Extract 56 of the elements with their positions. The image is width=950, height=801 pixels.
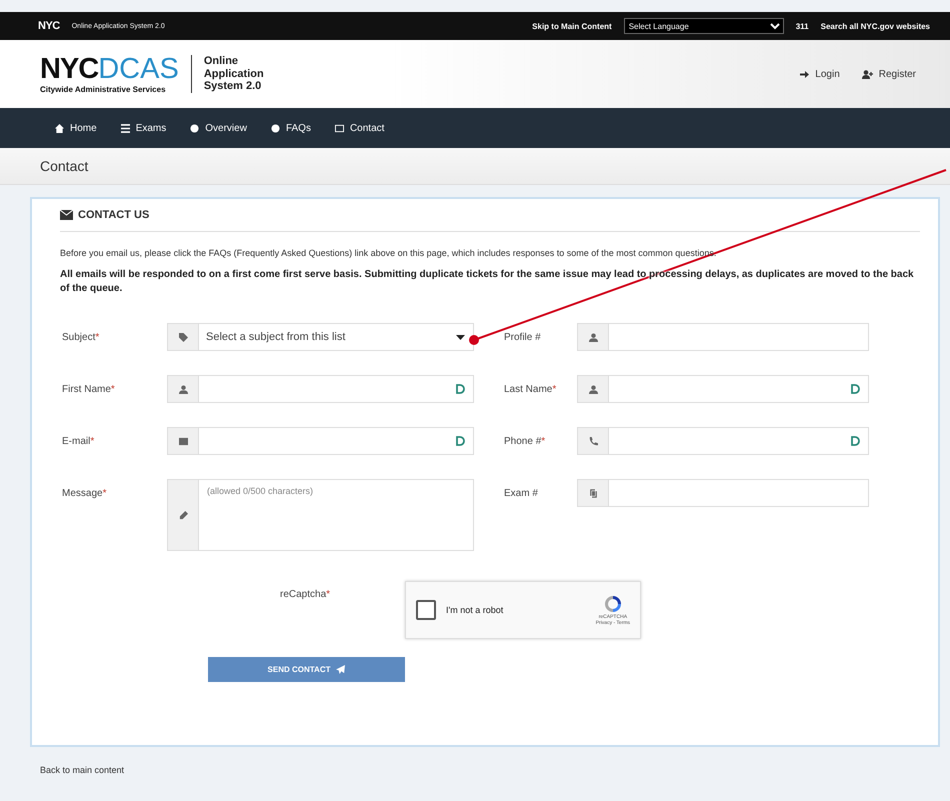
caret-icon — [456, 334, 465, 340]
login-link[interactable]: Login — [800, 68, 840, 80]
nyc-logo[interactable]: NYC — [38, 20, 60, 32]
phone-icon — [588, 436, 598, 446]
nav-link[interactable]: Exams — [120, 122, 166, 134]
user-plus-icon — [862, 70, 874, 78]
phone-link[interactable]: 311 — [796, 22, 809, 30]
pencil-icon — [178, 510, 188, 520]
recaptcha-logo-icon — [602, 594, 623, 614]
field-label: Subject* — [61, 331, 100, 343]
input-field[interactable] — [167, 375, 474, 403]
back-to-main-link[interactable]: Back to main content — [40, 765, 950, 775]
captcha-checkbox[interactable] — [416, 600, 436, 620]
autofill-icon[interactable] — [851, 384, 860, 394]
user-icon — [588, 332, 598, 342]
intro-text: Before you email us, please click the FAQs (Frequently Asked Questions) link above on this page, which includes responses to some of the most common questions. — [60, 248, 718, 258]
autofill-icon[interactable] — [456, 436, 465, 446]
message-field[interactable]: (allowed 0/500 characters) — [167, 479, 474, 551]
nav-link[interactable]: Contact — [334, 122, 384, 134]
field-label: Profile # — [503, 331, 542, 343]
field-label: reCaptcha* — [280, 588, 330, 600]
input-field[interactable] — [167, 427, 474, 455]
field-label: Phone #* — [503, 435, 546, 447]
panel-title: CONTACT US — [78, 209, 150, 221]
field-label: Exam # — [503, 487, 539, 499]
nav-link[interactable]: Overview — [190, 122, 247, 134]
send-contact-button[interactable]: SEND CONTACT — [208, 657, 405, 682]
input-field[interactable] — [577, 375, 869, 403]
subject-select[interactable]: Select a subject from this list — [167, 323, 474, 351]
input-field[interactable] — [577, 427, 869, 455]
login-icon — [800, 70, 810, 78]
list-icon — [120, 124, 130, 132]
field-label: E-mail* — [61, 435, 96, 447]
page-title: Contact — [0, 148, 950, 185]
language-select[interactable]: Select Language — [624, 18, 784, 34]
nav-link[interactable]: FAQs — [270, 122, 311, 134]
nav-link[interactable]: Home — [55, 122, 97, 134]
paper-plane-icon — [336, 665, 346, 674]
field-label: Last Name* — [503, 383, 558, 395]
register-link[interactable]: Register — [862, 68, 916, 80]
input-field[interactable] — [577, 323, 869, 351]
field-label: First Name* — [61, 383, 116, 395]
field-label: Message* — [61, 487, 108, 499]
app-title: Online Application System 2.0 — [190, 55, 284, 93]
autofill-icon[interactable] — [456, 384, 465, 394]
tag-icon — [178, 332, 188, 342]
input-field[interactable] — [577, 479, 869, 507]
user-icon — [588, 384, 598, 394]
search-link[interactable]: Search all NYC.gov websites — [820, 22, 930, 30]
home-icon — [55, 124, 64, 132]
book-icon — [588, 488, 598, 498]
checkbox-label: I'm not a robot — [446, 605, 504, 615]
user-icon — [178, 384, 188, 394]
skip-link[interactable]: Skip to Main Content — [532, 22, 612, 30]
dcas-logo[interactable]: NYCDCAS Citywide Administrative Services — [40, 54, 179, 94]
autofill-icon[interactable] — [851, 436, 860, 446]
